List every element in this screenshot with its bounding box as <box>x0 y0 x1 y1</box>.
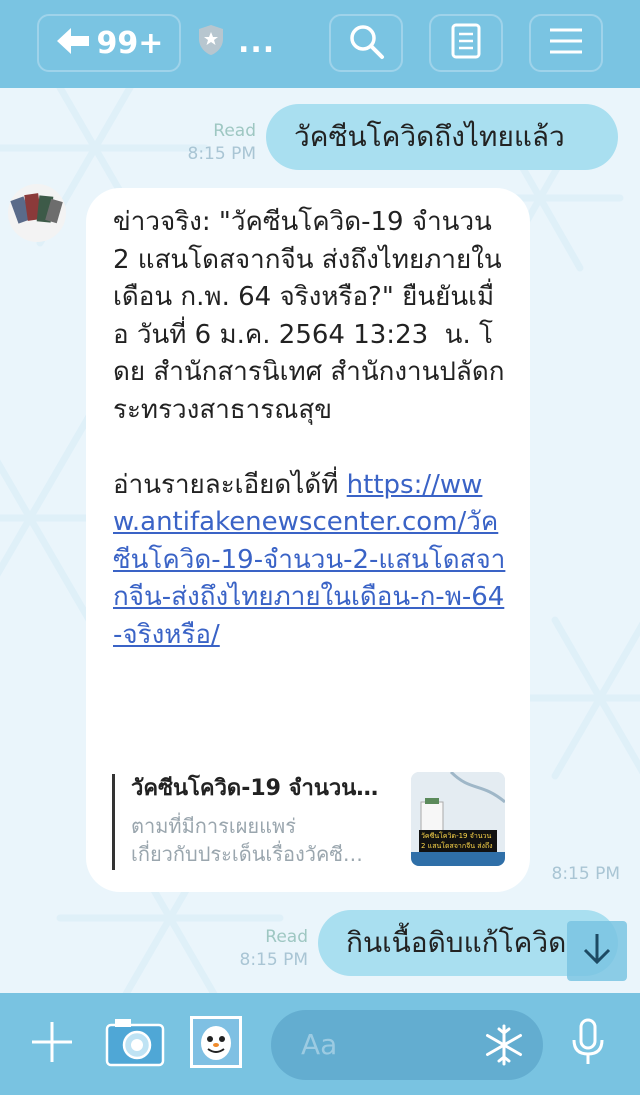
emoji-snowflake-icon[interactable] <box>483 1024 525 1070</box>
microphone-icon <box>570 1018 606 1070</box>
search-button[interactable] <box>329 14 403 72</box>
preview-title: วัคซีนโควิด-19 จำนวน 2 แสนโดสจากจีน ส่งถ… <box>131 776 381 801</box>
plus-icon <box>30 1020 74 1068</box>
link-preview-card[interactable]: วัคซีนโควิด-19 จำนวน 2 แสนโดสจากจีน ส่งถ… <box>112 772 505 870</box>
composer-bar: Aa <box>0 993 640 1095</box>
preview-thumb-caption: วัคซีนโควิด-19 จำนวน 2 แสนโดสจากจีน ส่งถ… <box>421 832 493 850</box>
message-time: 8:15 PM <box>187 144 257 164</box>
avatar[interactable] <box>8 184 66 242</box>
message-time: 8:15 PM <box>239 950 309 970</box>
incoming-message-bubble[interactable]: ข่าวจริง: "วัคซีนโควิด-19 จำนวน 2 แสนโดส… <box>86 188 530 892</box>
shield-badge-icon <box>198 24 224 60</box>
message-input[interactable]: Aa <box>271 1010 543 1080</box>
message-text: กินเนื้อดิบแก้โควิด <box>346 926 567 959</box>
camera-icon <box>105 1017 165 1071</box>
menu-button[interactable] <box>529 14 603 72</box>
chat-header: 99+ ... <box>0 0 640 88</box>
chat-area[interactable]: Read 8:15 PM วัคซีนโควิดถึงไทยแล้ว ข่าวจ… <box>0 88 640 993</box>
read-status: Read <box>265 927 308 947</box>
preview-desc-line: ตามที่มีการเผยแพร่ <box>131 814 296 838</box>
message-text: ข่าวจริง: "วัคซีนโควิด-19 จำนวน 2 แสนโดส… <box>113 207 505 500</box>
search-icon <box>347 22 385 64</box>
unread-count: 99+ <box>96 25 164 61</box>
read-status: Read <box>213 121 256 141</box>
note-icon <box>451 23 481 63</box>
menu-icon <box>548 26 584 60</box>
message-input-placeholder: Aa <box>301 1028 338 1061</box>
scroll-to-bottom-button[interactable] <box>567 921 627 981</box>
message-meta: Read 8:15 PM <box>150 120 257 166</box>
camera-button[interactable] <box>104 1017 166 1071</box>
preview-thumbnail: วัคซีนโควิด-19 จำนวน 2 แสนโดสจากจีน ส่งถ… <box>411 772 505 866</box>
preview-desc-line: เกี่ยวกับประเด็นเรื่องวัคซีนโควิด-19 <box>131 842 371 866</box>
sticker-icon <box>189 1015 243 1073</box>
message-meta: Read 8:15 PM <box>202 926 309 972</box>
chat-name: ... <box>238 24 276 60</box>
message-time: 8:15 PM <box>551 864 621 884</box>
back-button[interactable]: 99+ <box>37 14 181 72</box>
note-button[interactable] <box>429 14 503 72</box>
chat-title[interactable]: ... <box>198 24 275 60</box>
add-button[interactable] <box>28 1020 76 1068</box>
preview-description: ตามที่มีการเผยแพร่ เกี่ยวกับประเด็นเรื่อ… <box>131 812 371 868</box>
arrow-down-icon <box>581 932 613 970</box>
outgoing-message-bubble[interactable]: วัคซีนโควิดถึงไทยแล้ว <box>266 104 618 170</box>
sticker-button[interactable] <box>189 1015 243 1073</box>
message-text: วัคซีนโควิดถึงไทยแล้ว <box>294 120 565 153</box>
back-arrow-icon <box>55 26 91 60</box>
voice-button[interactable] <box>568 1017 608 1071</box>
